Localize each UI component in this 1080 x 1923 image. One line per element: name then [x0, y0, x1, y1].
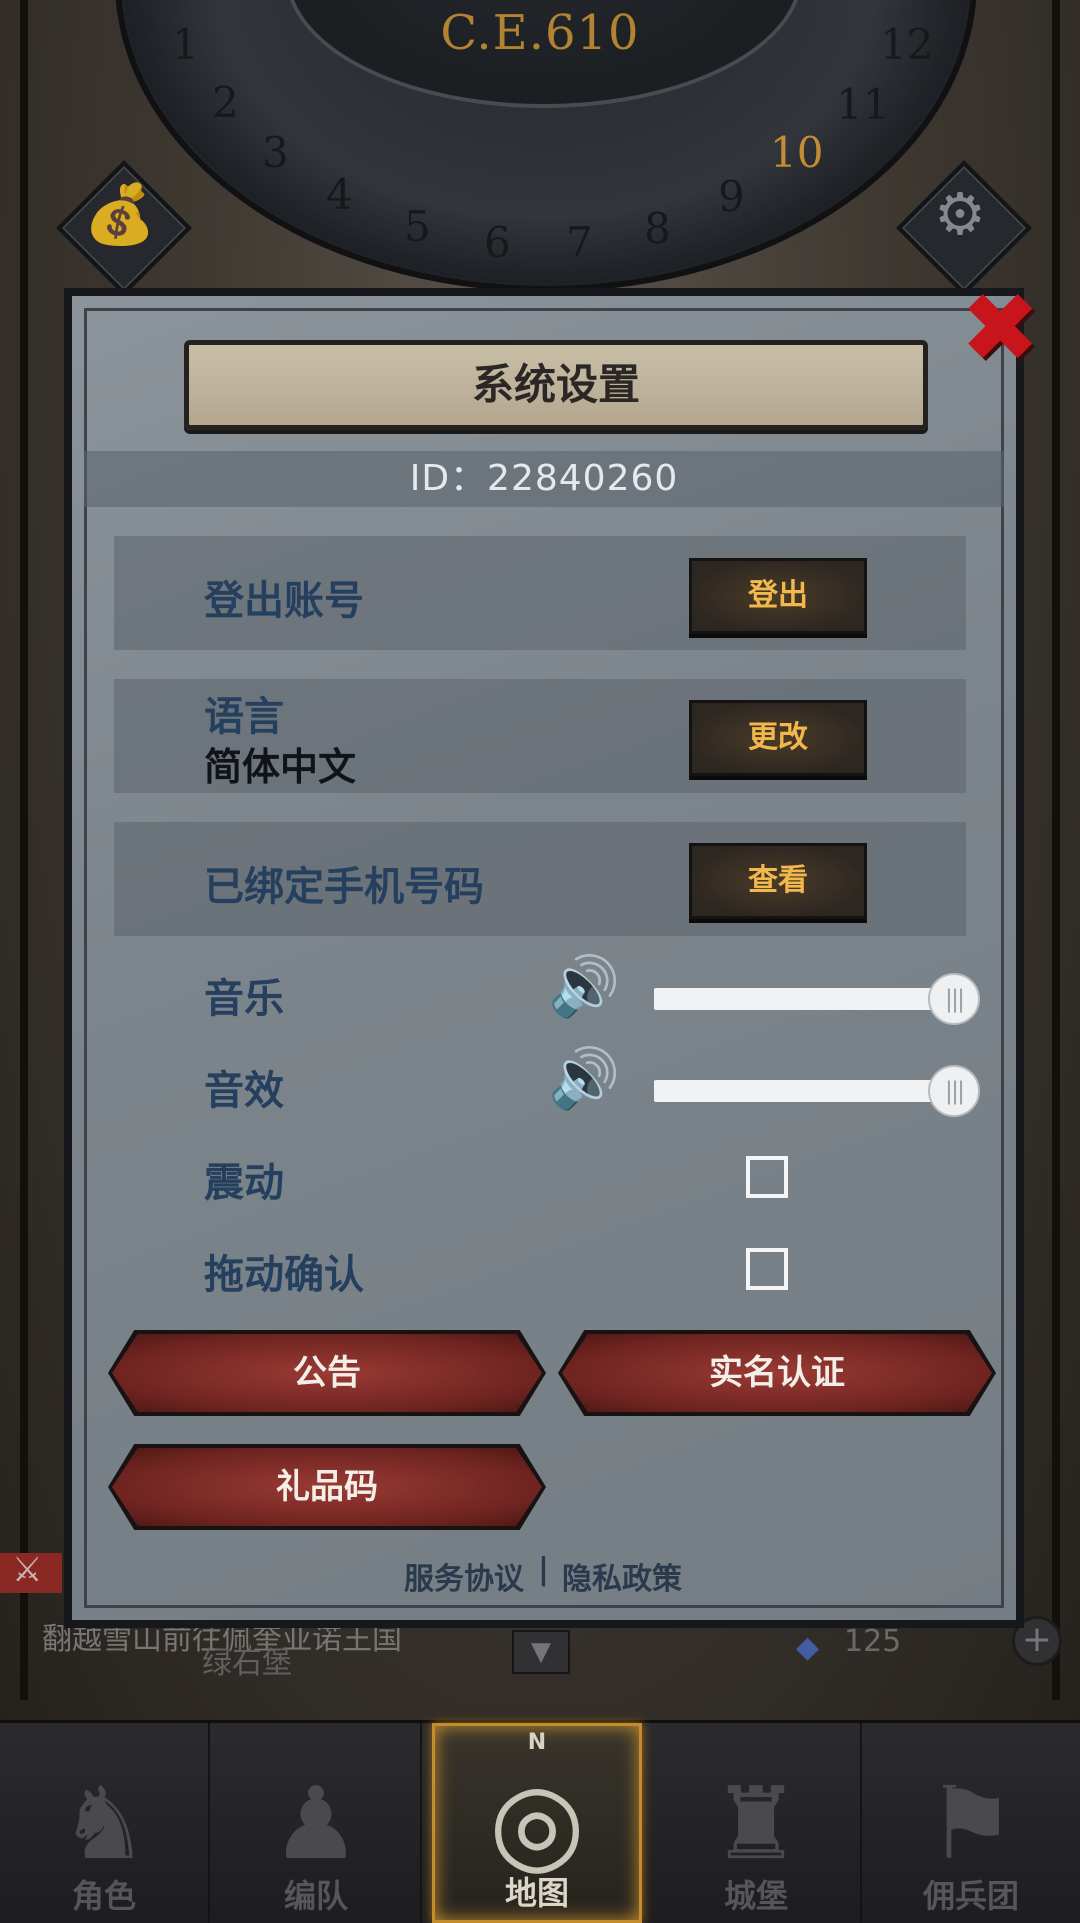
realname-verify-button[interactable]: 实名认证 — [562, 1334, 992, 1412]
knight-icon: ♞ — [59, 1765, 149, 1882]
sfx-speaker-icon[interactable]: 🔊 — [548, 1044, 620, 1113]
nav-item-label: 编队 — [283, 1877, 348, 1915]
drag-confirm-label: 拖动确认 — [204, 1252, 364, 1298]
drag-confirm-checkbox[interactable] — [746, 1248, 788, 1290]
nav-item-map[interactable]: N ◎ 地图 — [432, 1723, 642, 1923]
music-slider-knob[interactable]: ||| — [928, 973, 980, 1025]
terms-link[interactable]: 服务协议 — [404, 1554, 524, 1598]
sfx-slider-knob[interactable]: ||| — [928, 1065, 980, 1117]
compass-north-marker: N — [527, 1730, 547, 1755]
banner-icon: ⚑ — [926, 1765, 1016, 1882]
player-id: ID：22840260 — [84, 451, 1004, 507]
logout-label: 登出账号 — [204, 578, 364, 624]
nav-item-label: 城堡 — [723, 1877, 788, 1915]
castle-icon: ♜ — [711, 1765, 801, 1882]
dialog-title: 系统设置 — [184, 340, 928, 430]
bottom-nav: ♞ 角色 ♟ 编队 N ◎ 地图 ♜ 城堡 ⚑ 佣兵团 — [0, 1720, 1080, 1923]
music-label: 音乐 — [204, 976, 284, 1022]
notice-button[interactable]: 公告 — [112, 1334, 542, 1412]
compass-map-icon: ◎ — [489, 1758, 585, 1886]
footer-separator: | — [538, 1552, 549, 1587]
nav-item-mercenary[interactable]: ⚑ 佣兵团 — [866, 1723, 1076, 1923]
nav-item-castle[interactable]: ♜ 城堡 — [652, 1723, 862, 1923]
nav-item-character[interactable]: ♞ 角色 — [0, 1723, 210, 1923]
phone-label: 已绑定手机号码 — [204, 864, 484, 910]
music-speaker-icon[interactable]: 🔊 — [548, 952, 620, 1021]
close-icon: ✖ — [960, 272, 1041, 384]
gift-code-button[interactable]: 礼品码 — [112, 1448, 542, 1526]
nav-item-label: 角色 — [71, 1877, 136, 1915]
helmet-icon: ♟ — [271, 1765, 361, 1882]
nav-item-label: 地图 — [504, 1874, 569, 1912]
language-value: 简体中文 — [204, 745, 357, 789]
nav-item-formation[interactable]: ♟ 编队 — [212, 1723, 422, 1923]
logout-button[interactable]: 登出 — [689, 558, 867, 634]
settings-dialog: 系统设置 ✖ ID：22840260 登出账号 登出 语言 简体中文 更改 已绑… — [64, 280, 1040, 1628]
view-phone-button[interactable]: 查看 — [689, 843, 867, 919]
language-label: 语言 — [204, 694, 284, 740]
sfx-label: 音效 — [204, 1068, 284, 1114]
sfx-slider-track[interactable] — [654, 1080, 954, 1102]
music-slider-track[interactable] — [654, 988, 954, 1010]
vibration-checkbox[interactable] — [746, 1156, 788, 1198]
privacy-link[interactable]: 隐私政策 — [562, 1554, 682, 1598]
close-button[interactable]: ✖ — [960, 280, 1040, 376]
change-language-button[interactable]: 更改 — [689, 700, 867, 776]
nav-item-label: 佣兵团 — [922, 1877, 1019, 1915]
vibration-label: 震动 — [204, 1160, 284, 1206]
